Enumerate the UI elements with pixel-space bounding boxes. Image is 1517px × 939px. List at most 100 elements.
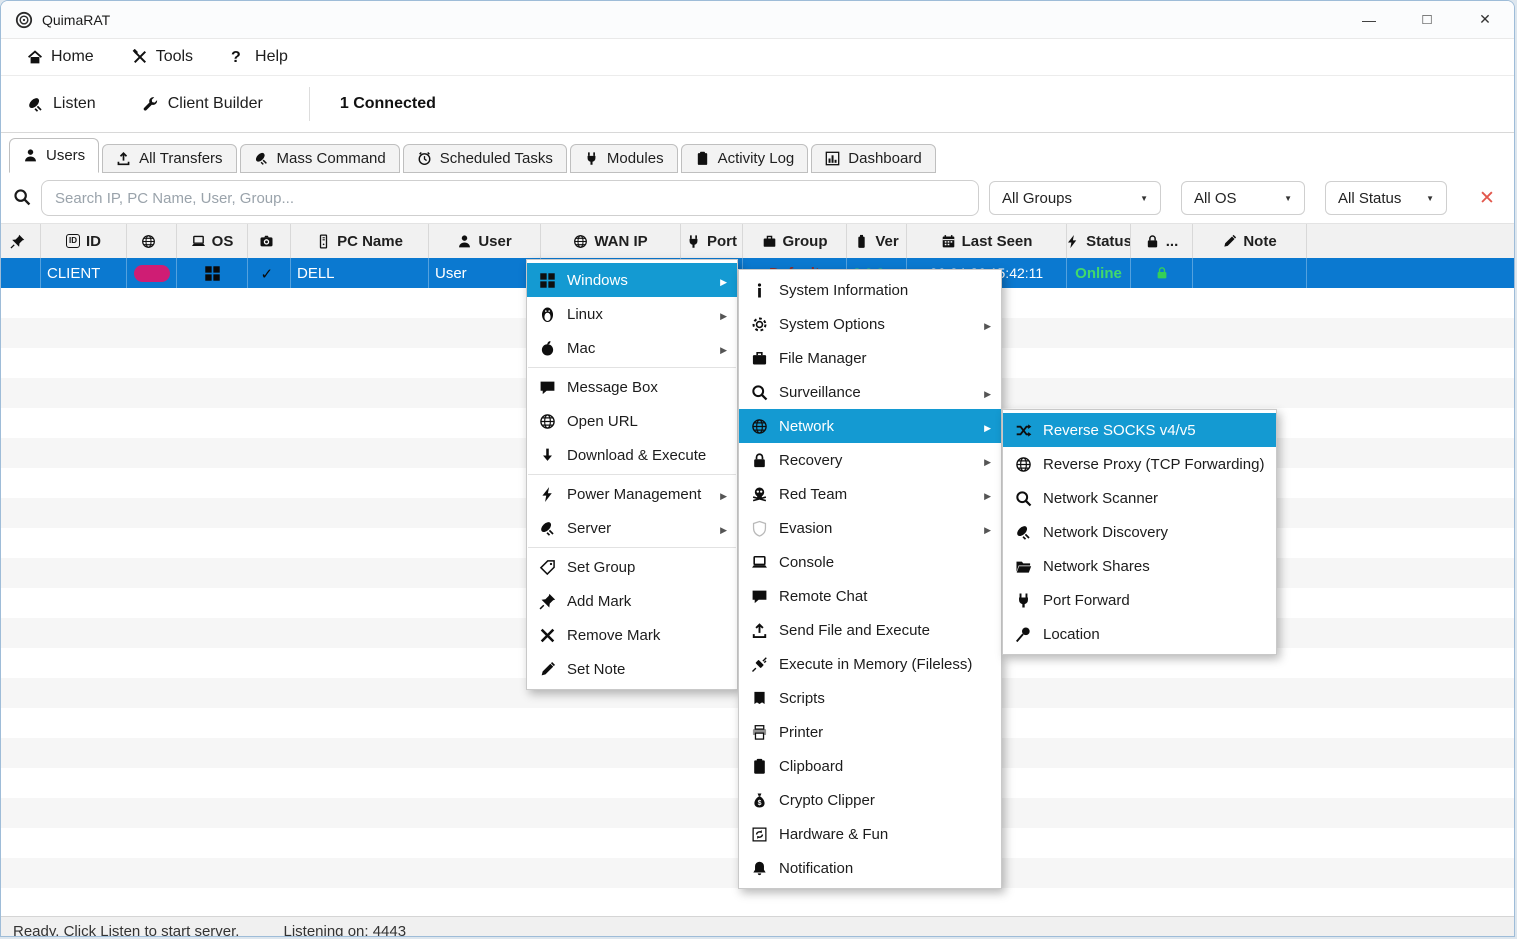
tab-users[interactable]: Users (9, 138, 99, 173)
column-pc-name[interactable]: PC Name (291, 224, 429, 258)
tab-all-transfers[interactable]: All Transfers (102, 144, 236, 173)
menu-item-message-box[interactable]: Message Box (527, 370, 737, 404)
menu-item-remove-mark[interactable]: Remove Mark (527, 618, 737, 652)
menu-item-add-mark[interactable]: Add Mark (527, 584, 737, 618)
menu-item-send-file-and-execute[interactable]: Send File and Execute (739, 613, 1001, 647)
menu-item-network-discovery[interactable]: Network Discovery (1003, 515, 1276, 549)
folderopen-icon (1015, 558, 1032, 575)
menu-item-system-information[interactable]: System Information (739, 273, 1001, 307)
menu-item-red-team[interactable]: Red Team (739, 477, 1001, 511)
column-os[interactable]: OS (177, 224, 248, 258)
menu-item-download-execute[interactable]: Download & Execute (527, 438, 737, 472)
menu-item-set-group[interactable]: Set Group (527, 550, 737, 584)
menu-item-port-forward[interactable]: Port Forward (1003, 583, 1276, 617)
dropdown-value: All Groups (1002, 190, 1072, 207)
country-flag (134, 265, 170, 282)
tag-icon (539, 559, 556, 576)
menu-item-evasion[interactable]: Evasion (739, 511, 1001, 545)
column-group[interactable]: Group (743, 224, 847, 258)
column-ver[interactable]: Ver (847, 224, 907, 258)
wrench-icon (142, 96, 159, 113)
menu-separator (528, 474, 736, 475)
column-label: Ver (875, 233, 898, 250)
close-button[interactable]: ✕ (1456, 1, 1514, 38)
menu-item-console[interactable]: Console (739, 545, 1001, 579)
filter-all-groups[interactable]: All Groups ▼ (989, 181, 1161, 215)
status-text: Ready. Click Listen to start server. (13, 923, 239, 937)
menu-item-label: Hardware & Fun (779, 826, 888, 843)
menu-label: Tools (156, 48, 193, 66)
menu-item-windows[interactable]: Windows (527, 263, 737, 297)
column-note[interactable]: Note (1193, 224, 1307, 258)
menu-item-recovery[interactable]: Recovery (739, 443, 1001, 477)
search-input[interactable] (41, 180, 979, 216)
tab-modules[interactable]: Modules (570, 144, 678, 173)
filter-all-os[interactable]: All OS ▼ (1181, 181, 1305, 215)
tab-mass-command[interactable]: Mass Command (240, 144, 400, 173)
menu-item-printer[interactable]: Printer (739, 715, 1001, 749)
cell-filler (1307, 258, 1514, 288)
menu-item-scripts[interactable]: Scripts (739, 681, 1001, 715)
menu-item-reverse-proxy-tcp-forwarding[interactable]: Reverse Proxy (TCP Forwarding) (1003, 447, 1276, 481)
toolbar-client-builder[interactable]: Client Builder (142, 95, 263, 113)
menu-item-notification[interactable]: Notification (739, 851, 1001, 885)
column-id[interactable]: ID ID (41, 224, 127, 258)
title-bar: QuimaRAT — □ ✕ (1, 1, 1514, 39)
column-status[interactable]: Status (1067, 224, 1131, 258)
calendar-icon (941, 234, 956, 249)
menu-item-label: Scripts (779, 690, 825, 707)
menu-item-server[interactable]: Server (527, 511, 737, 545)
menu-item-file-manager[interactable]: File Manager (739, 341, 1001, 375)
menu-item-crypto-clipper[interactable]: $ Crypto Clipper (739, 783, 1001, 817)
column-port[interactable]: Port (681, 224, 743, 258)
menu-item-open-url[interactable]: Open URL (527, 404, 737, 438)
menu-item-label: Mac (567, 340, 595, 357)
menu-item-location[interactable]: Location (1003, 617, 1276, 651)
column-last-seen[interactable]: Last Seen (907, 224, 1067, 258)
idbadge-icon: ID (66, 234, 80, 248)
menu-item-system-options[interactable]: System Options (739, 307, 1001, 341)
menu-item-set-note[interactable]: Set Note (527, 652, 737, 686)
toolbar-buttons: Listen Client Builder (27, 95, 309, 113)
menu-item-surveillance[interactable]: Surveillance (739, 375, 1001, 409)
minimize-button[interactable]: — (1340, 1, 1398, 38)
menu-home[interactable]: Home (27, 48, 94, 66)
menu-item-power-management[interactable]: Power Management (527, 477, 737, 511)
tab-dashboard[interactable]: Dashboard (811, 144, 935, 173)
column-user[interactable]: User (429, 224, 541, 258)
submenu-arrow-icon (712, 272, 727, 289)
column-webcam[interactable] (248, 224, 291, 258)
menu-item-label: Console (779, 554, 834, 571)
tab-activity-log[interactable]: Activity Log (681, 144, 809, 173)
penguin-icon (539, 306, 556, 323)
column-lock[interactable]: ... (1131, 224, 1193, 258)
column-label: WAN IP (594, 233, 647, 250)
clear-filters-button[interactable]: ✕ (1473, 185, 1501, 211)
menu-item-linux[interactable]: Linux (527, 297, 737, 331)
menu-item-network-scanner[interactable]: Network Scanner (1003, 481, 1276, 515)
menu-item-clipboard[interactable]: Clipboard (739, 749, 1001, 783)
column-label: PC Name (337, 233, 403, 250)
filter-all-status[interactable]: All Status ▼ (1325, 181, 1447, 215)
menu-item-reverse-socks-v4-v5[interactable]: Reverse SOCKS v4/v5 (1003, 413, 1276, 447)
maximize-button[interactable]: □ (1398, 1, 1456, 38)
menu-help[interactable]: ? Help (231, 48, 288, 66)
toolbar-listen[interactable]: Listen (27, 95, 96, 113)
menu-item-execute-in-memory-fileless[interactable]: Execute in Memory (Fileless) (739, 647, 1001, 681)
menu-item-remote-chat[interactable]: Remote Chat (739, 579, 1001, 613)
column-wan-ip[interactable]: WAN IP (541, 224, 681, 258)
column-pin[interactable] (1, 224, 41, 258)
column-label: Port (707, 233, 737, 250)
menu-tools[interactable]: Tools (132, 48, 193, 66)
column-country[interactable] (127, 224, 177, 258)
menu-item-hardware-fun[interactable]: Hardware & Fun (739, 817, 1001, 851)
menu-item-mac[interactable]: Mac (527, 331, 737, 365)
tab-scheduled-tasks[interactable]: Scheduled Tasks (403, 144, 567, 173)
lock-icon (751, 452, 768, 469)
search-icon (751, 384, 768, 401)
menu-item-label: Clipboard (779, 758, 843, 775)
toolbar-button-label: Listen (53, 95, 96, 113)
menu-item-network-shares[interactable]: Network Shares (1003, 549, 1276, 583)
menu-item-network[interactable]: Network (739, 409, 1001, 443)
xmark-icon (539, 627, 556, 644)
